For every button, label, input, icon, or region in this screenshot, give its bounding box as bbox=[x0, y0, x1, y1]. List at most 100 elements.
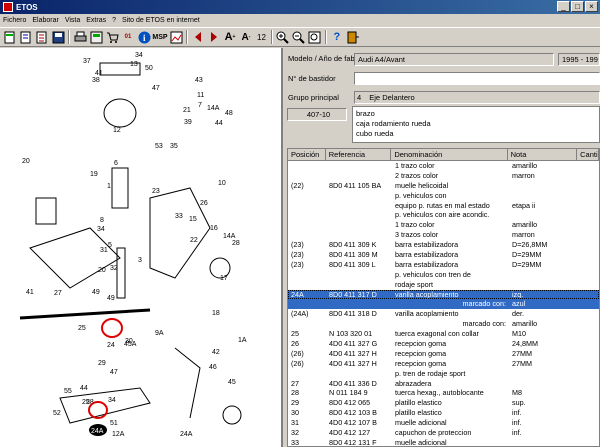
font-smaller-icon[interactable]: A- bbox=[239, 30, 253, 44]
callout-label[interactable]: 15 bbox=[189, 216, 197, 223]
table-row[interactable]: 32 4D0 412 127 capuchon de proteccion inf. bbox=[288, 428, 599, 438]
callout-label[interactable]: 41 bbox=[26, 289, 34, 296]
table-row[interactable]: 31 4D0 412 107 B muelle adicional inf. bbox=[288, 418, 599, 428]
callout-label[interactable]: 44 bbox=[80, 385, 88, 392]
callout-label[interactable]: 39 bbox=[184, 119, 192, 126]
callout-label[interactable]: 42 bbox=[212, 349, 220, 356]
callout-label[interactable]: 26 bbox=[200, 200, 208, 207]
callout-label[interactable]: 44 bbox=[215, 120, 223, 127]
callout-label[interactable]: 28 bbox=[232, 240, 240, 247]
maximize-button[interactable]: □ bbox=[571, 1, 584, 12]
callout-label[interactable]: 24 bbox=[107, 342, 115, 349]
callout-label[interactable]: 21 bbox=[183, 107, 191, 114]
new-doc-icon[interactable] bbox=[3, 30, 17, 44]
table-row[interactable]: marcado con: azul bbox=[288, 299, 599, 310]
menu-elaborar[interactable]: Elaborar bbox=[32, 17, 58, 24]
callout-label[interactable]: 40 bbox=[133, 48, 141, 49]
save-icon[interactable] bbox=[51, 30, 65, 44]
callout-label[interactable]: 27 bbox=[54, 290, 62, 297]
list-icon[interactable] bbox=[35, 30, 49, 44]
callout-label[interactable]: 45 bbox=[228, 379, 236, 386]
callout-label[interactable]: 50 bbox=[145, 65, 153, 72]
callout-label[interactable]: 34 bbox=[135, 52, 143, 59]
print-icon[interactable] bbox=[73, 30, 87, 44]
callout-label[interactable]: 14A bbox=[207, 105, 220, 112]
table-row[interactable]: 3 trazos color marron bbox=[288, 230, 599, 240]
callout-label[interactable]: 47 bbox=[152, 85, 160, 92]
callout-label[interactable]: 49 bbox=[92, 289, 100, 296]
callout-label[interactable]: 8 bbox=[100, 217, 104, 224]
table-row[interactable]: (24A) 8D0 411 318 D varilla acoplamiento de… bbox=[288, 309, 599, 319]
zoom-out-icon[interactable] bbox=[292, 30, 306, 44]
callout-label[interactable]: 53 bbox=[155, 143, 163, 150]
zoom-fit-icon[interactable] bbox=[308, 30, 322, 44]
menu-fichero[interactable]: Fichero bbox=[3, 17, 26, 24]
callout-label[interactable]: 12 bbox=[113, 127, 121, 134]
table-row[interactable]: rodaje sport bbox=[288, 280, 599, 290]
callout-label[interactable]: 34 bbox=[108, 397, 116, 404]
table-row[interactable]: p. tren de rodaje sport bbox=[288, 369, 599, 379]
zoom-in-icon[interactable] bbox=[276, 30, 290, 44]
callout-label[interactable]: 16 bbox=[210, 225, 218, 232]
menu-extras[interactable]: Extras bbox=[86, 17, 106, 24]
info-icon[interactable]: i bbox=[137, 30, 151, 44]
callout-label[interactable]: 35 bbox=[100, 48, 108, 50]
table-row[interactable]: 1 trazo color amarillo bbox=[288, 220, 599, 230]
callout-label[interactable]: 20 bbox=[22, 158, 30, 165]
callout-label[interactable]: 19 bbox=[90, 171, 98, 178]
callout-label[interactable]: 23 bbox=[152, 188, 160, 195]
calculator-icon[interactable] bbox=[89, 30, 103, 44]
table-row[interactable]: 26 4D0 411 327 G recepcion goma 24,8MM bbox=[288, 339, 599, 349]
callout-label[interactable]: 18 bbox=[212, 310, 220, 317]
table-row[interactable]: (23) 8D0 411 309 L barra estabilizadora D=2… bbox=[288, 260, 599, 270]
callout-label[interactable]: 45A bbox=[124, 341, 137, 348]
callout-label[interactable]: 52 bbox=[53, 410, 61, 417]
table-row[interactable]: 24A 8D0 411 317 D varilla acoplamiento izq. bbox=[288, 289, 599, 300]
callout-label[interactable]: 51 bbox=[110, 420, 118, 427]
callout-label[interactable]: 35 bbox=[170, 143, 178, 150]
callout-label[interactable]: 6 bbox=[114, 160, 118, 167]
open-doc-icon[interactable] bbox=[19, 30, 33, 44]
col-reference[interactable]: Referencia bbox=[326, 149, 392, 160]
counter-icon[interactable]: 01 bbox=[121, 30, 135, 44]
table-row[interactable]: p. vehiculos con bbox=[288, 191, 599, 201]
callout-label[interactable]: 38 bbox=[92, 77, 100, 84]
image-icon[interactable] bbox=[169, 30, 183, 44]
msp-icon[interactable]: MSP bbox=[152, 30, 167, 44]
previous-icon[interactable] bbox=[191, 30, 205, 44]
callout-label[interactable]: 24A bbox=[180, 431, 193, 438]
table-row[interactable]: p. vehiculos con tren de bbox=[288, 270, 599, 280]
callout-label[interactable]: 12A bbox=[112, 431, 125, 438]
callout-label[interactable]: 11 bbox=[197, 92, 204, 99]
table-row[interactable]: 1 trazo color amarillo bbox=[288, 161, 599, 171]
callout-label[interactable]: 14A bbox=[223, 233, 236, 240]
callout-label[interactable]: 49 bbox=[107, 295, 115, 302]
table-row[interactable]: equipo p. rutas en mal estado etapa ii bbox=[288, 201, 599, 211]
minimize-button[interactable]: _ bbox=[557, 1, 570, 12]
close-button[interactable]: × bbox=[585, 1, 598, 12]
callout-label[interactable]: 13 bbox=[130, 61, 138, 68]
table-row[interactable]: 27 4D0 411 336 D abrazadera bbox=[288, 379, 599, 389]
callout-label[interactable]: 22 bbox=[190, 237, 198, 244]
menu-vista[interactable]: Vista bbox=[65, 17, 80, 24]
table-row[interactable]: 28 N 011 184 9 tuerca hexag., autoblocante… bbox=[288, 388, 599, 398]
callout-label[interactable]: 46 bbox=[209, 364, 217, 371]
table-row[interactable]: marcado con: amarillo bbox=[288, 319, 599, 329]
cart-icon[interactable] bbox=[105, 30, 119, 44]
col-quantity[interactable]: Canti bbox=[577, 149, 599, 160]
table-row[interactable]: 2 trazos color marron bbox=[288, 171, 599, 181]
parts-drawing[interactable]: 3 6 35 40 14A 34 37 13 41 48 38 50 43 47 44 11 7 14A 21 39 1… bbox=[0, 48, 283, 447]
next-icon[interactable] bbox=[207, 30, 221, 44]
callout-label[interactable]: 41 bbox=[95, 70, 103, 77]
callout-label[interactable]: 47 bbox=[110, 369, 118, 376]
exploded-diagram[interactable]: 3 6 35 40 14A 34 37 13 41 48 38 50 43 47 44 11 7 14A 21 39 1… bbox=[0, 48, 283, 447]
table-row[interactable]: (26) 4D0 411 327 H recepcion goma 27MM bbox=[288, 359, 599, 369]
col-name[interactable]: Denominación bbox=[391, 149, 508, 160]
callout-label[interactable]: 29 bbox=[98, 360, 106, 367]
callout-label[interactable]: 37 bbox=[83, 58, 91, 65]
table-row[interactable]: 33 8D0 412 131 F muelle adicional bbox=[288, 438, 599, 446]
menu-website[interactable]: Sito de ETOS en internet bbox=[122, 17, 200, 24]
callout-label[interactable]: 1 bbox=[107, 183, 111, 190]
table-row[interactable]: 29 8D0 412 065 platillo elastico sup. bbox=[288, 398, 599, 408]
callout-label[interactable]: 48 bbox=[225, 110, 233, 117]
